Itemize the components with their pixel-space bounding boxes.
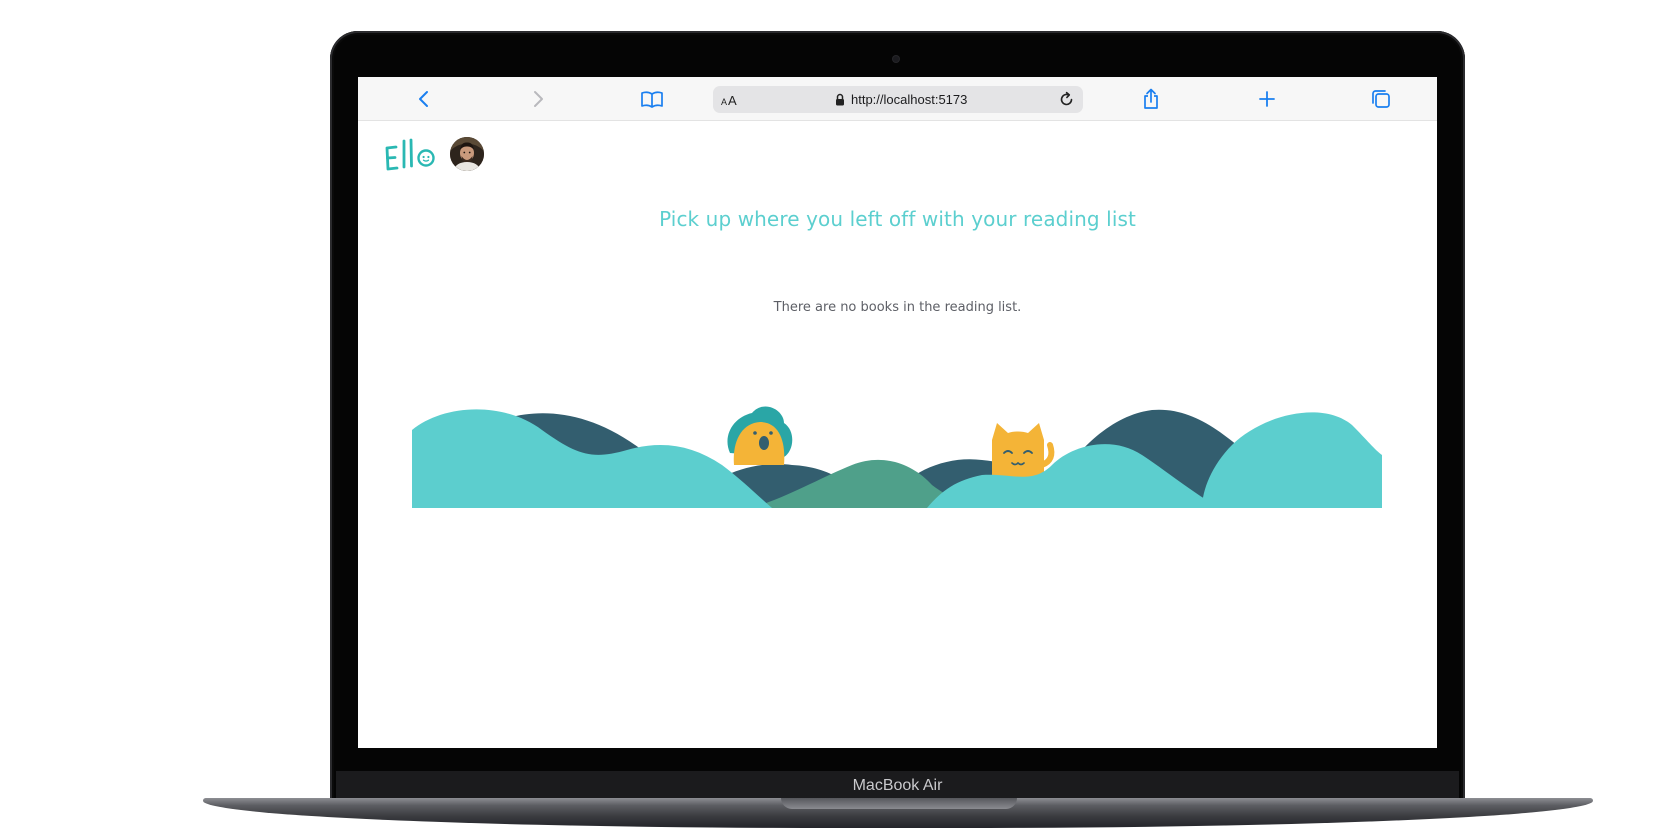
laptop-base — [203, 798, 1593, 828]
text-size-small-a: A — [721, 97, 728, 107]
new-tab-button[interactable] — [1254, 86, 1280, 112]
url-display[interactable]: http://localhost:5173 — [835, 91, 967, 108]
forward-icon — [534, 91, 543, 107]
share-button[interactable] — [1138, 86, 1164, 112]
tabs-button[interactable] — [1368, 86, 1394, 112]
text-size-large-a: A — [728, 93, 737, 108]
screen: AA http://localhost:5173 Pick up where y… — [358, 77, 1437, 748]
back-button[interactable] — [411, 86, 437, 112]
lock-icon — [836, 93, 844, 106]
ello-logo[interactable] — [384, 136, 438, 172]
tabs-icon — [1372, 90, 1390, 108]
empty-reading-list-message: There are no books in the reading list. — [773, 300, 1022, 315]
back-icon — [419, 91, 428, 107]
user-avatar[interactable] — [450, 137, 484, 171]
bookmarks-button[interactable] — [639, 86, 665, 112]
bookmarks-icon — [641, 91, 663, 108]
new-tab-icon — [1259, 91, 1275, 107]
hills-illustration — [412, 406, 1382, 508]
reload-icon[interactable] — [1057, 90, 1076, 109]
laptop-model-label: MacBook Air — [852, 777, 943, 794]
laptop-hinge-notch — [781, 798, 1017, 809]
url-text: http://localhost:5173 — [851, 92, 968, 107]
avatar-image — [450, 137, 484, 171]
camera-dot — [893, 56, 899, 62]
text-size-button[interactable]: AA — [721, 91, 737, 108]
page-headline: Pick up where you left off with your rea… — [659, 207, 1136, 231]
share-icon — [1144, 88, 1158, 109]
mane-character — [727, 406, 793, 465]
forward-button[interactable] — [525, 86, 551, 112]
address-bar[interactable]: AA http://localhost:5173 — [713, 86, 1083, 113]
front-hill-right — [1202, 412, 1382, 508]
browser-toolbar: AA http://localhost:5173 — [358, 77, 1437, 121]
